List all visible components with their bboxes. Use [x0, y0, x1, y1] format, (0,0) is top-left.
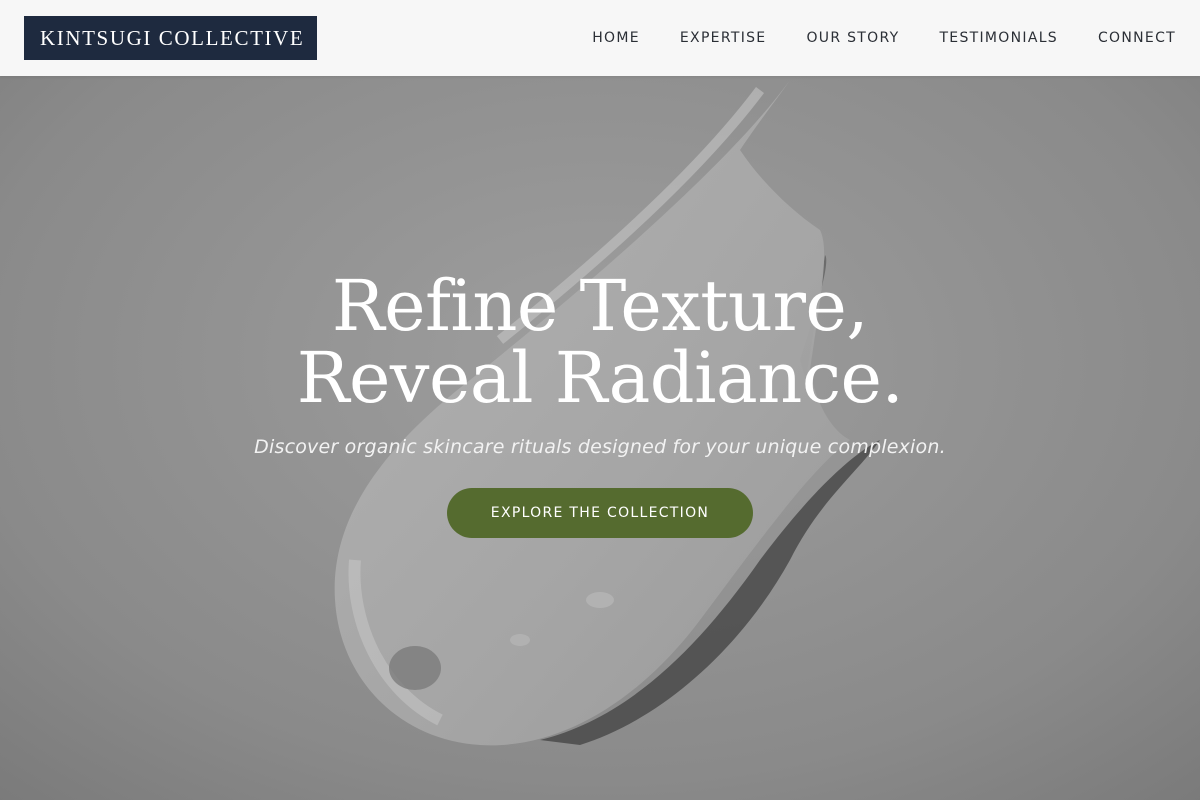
hero-section: Refine Texture, Reveal Radiance. Discove… [0, 270, 1200, 538]
nav-item-connect[interactable]: CONNECT [1098, 30, 1176, 46]
main-nav: HOME EXPERTISE OUR STORY TESTIMONIALS CO… [592, 0, 1176, 76]
hero-subtitle: Discover organic skincare rituals design… [254, 436, 946, 458]
site-header: KINTSUGI COLLECTIVE HOME EXPERTISE OUR S… [0, 0, 1200, 76]
nav-item-home[interactable]: HOME [592, 30, 640, 46]
explore-collection-button[interactable]: EXPLORE THE COLLECTION [447, 488, 753, 538]
landing-page: KINTSUGI COLLECTIVE HOME EXPERTISE OUR S… [0, 0, 1200, 800]
nav-item-testimonials[interactable]: TESTIMONIALS [939, 30, 1058, 46]
nav-item-expertise[interactable]: EXPERTISE [680, 30, 767, 46]
nav-item-our-story[interactable]: OUR STORY [806, 30, 899, 46]
brand-logo[interactable]: KINTSUGI COLLECTIVE [24, 16, 317, 60]
hero-title: Refine Texture, Reveal Radiance. [296, 265, 904, 419]
